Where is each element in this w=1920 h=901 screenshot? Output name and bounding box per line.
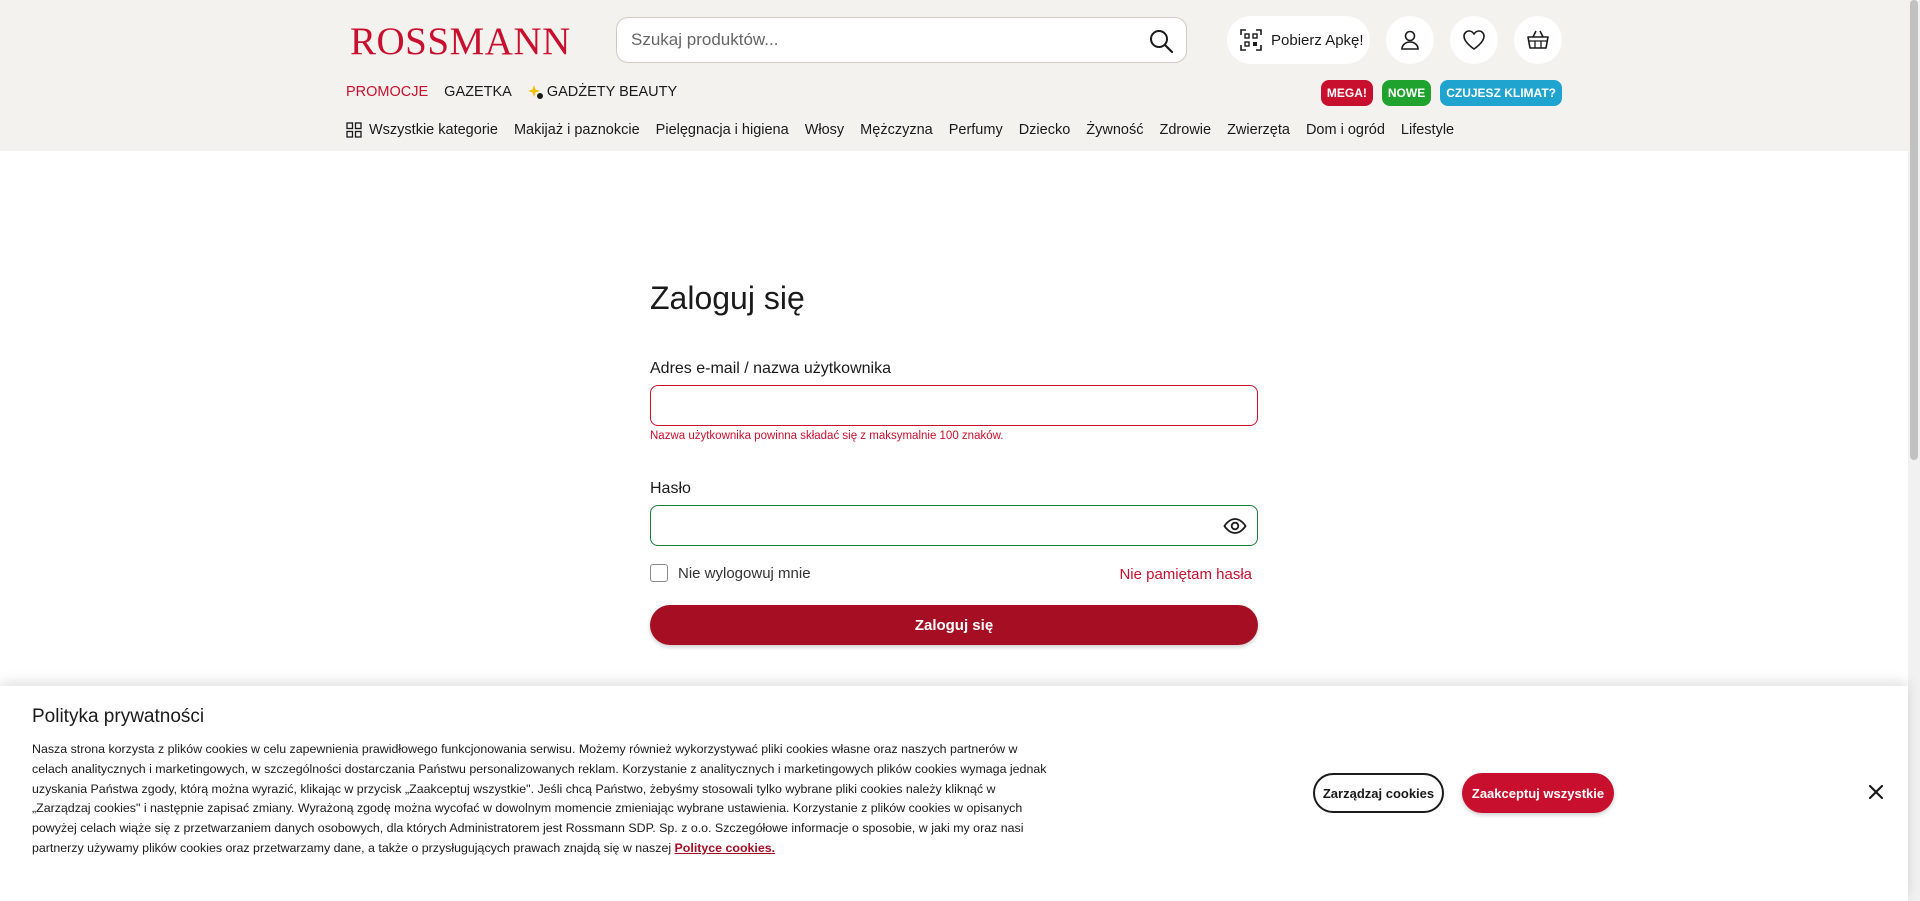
category-nav: Wszystkie kategorie Makijaż i paznokcie … bbox=[346, 122, 1454, 138]
category-hair[interactable]: Włosy bbox=[805, 122, 844, 138]
new-badge[interactable]: NOWE bbox=[1381, 80, 1432, 106]
heart-icon bbox=[1463, 30, 1485, 50]
svg-text:ROSSMANN: ROSSMANN bbox=[350, 20, 571, 60]
category-child[interactable]: Dziecko bbox=[1019, 122, 1071, 138]
accept-all-button[interactable]: Zaakceptuj wszystkie bbox=[1462, 773, 1614, 813]
cart-button[interactable] bbox=[1514, 16, 1562, 64]
beauty-gadgets-link[interactable]: GADŻETY BEAUTY bbox=[527, 84, 678, 100]
all-categories-link[interactable]: Wszystkie kategorie bbox=[346, 122, 498, 138]
sparkle-icon bbox=[527, 85, 543, 99]
promotions-link[interactable]: PROMOCJE bbox=[346, 84, 428, 100]
email-label: Adres e-mail / nazwa użytkownika bbox=[650, 360, 891, 377]
mega-badge[interactable]: MEGA! bbox=[1320, 80, 1373, 106]
scrollbar[interactable] bbox=[1908, 0, 1920, 901]
user-icon bbox=[1401, 30, 1419, 50]
basket-icon bbox=[1527, 30, 1549, 49]
eye-icon[interactable] bbox=[1223, 514, 1247, 538]
search-icon[interactable] bbox=[1148, 28, 1174, 54]
account-button[interactable] bbox=[1386, 16, 1434, 64]
category-home-garden[interactable]: Dom i ogród bbox=[1306, 122, 1385, 138]
site-header: ROSSMANN Pobierz Apkę! bbox=[0, 0, 1908, 151]
page-title: Zaloguj się bbox=[650, 280, 805, 316]
top-links: PROMOCJE GAZETKA GADŻETY BEAUTY bbox=[346, 84, 677, 100]
download-app-label: Pobierz Apkę! bbox=[1271, 31, 1364, 49]
category-care[interactable]: Pielęgnacja i higiena bbox=[656, 122, 789, 138]
cookie-banner: Polityka prywatności Nasza strona korzys… bbox=[0, 686, 1908, 901]
scrollbar-thumb[interactable] bbox=[1910, 0, 1918, 460]
close-icon[interactable] bbox=[1866, 782, 1886, 802]
promo-badges: MEGA! NOWE CZUJESZ KLIMAT? bbox=[1320, 80, 1562, 106]
login-form: Zaloguj się Adres e-mail / nazwa użytkow… bbox=[650, 280, 1258, 645]
category-food[interactable]: Żywność bbox=[1086, 122, 1143, 138]
category-men[interactable]: Mężczyzna bbox=[860, 122, 933, 138]
rossmann-logo[interactable]: ROSSMANN bbox=[350, 20, 576, 60]
login-button[interactable]: Zaloguj się bbox=[650, 605, 1258, 645]
category-animals[interactable]: Zwierzęta bbox=[1227, 122, 1290, 138]
search-bar[interactable] bbox=[616, 17, 1187, 63]
category-perfume[interactable]: Perfumy bbox=[949, 122, 1003, 138]
password-label: Hasło bbox=[650, 480, 691, 497]
cookie-title: Polityka prywatności bbox=[32, 706, 205, 727]
cookie-body: Nasza strona korzysta z plików cookies w… bbox=[32, 742, 1047, 855]
remember-me-label: Nie wylogowuj mnie bbox=[678, 564, 811, 582]
cookie-text: Nasza strona korzysta z plików cookies w… bbox=[32, 740, 1050, 859]
email-field[interactable] bbox=[651, 386, 1211, 424]
remember-me-checkbox[interactable] bbox=[650, 564, 668, 582]
category-makeup[interactable]: Makijaż i paznokcie bbox=[514, 122, 640, 138]
download-app-button[interactable]: Pobierz Apkę! bbox=[1227, 16, 1370, 64]
category-health[interactable]: Zdrowie bbox=[1160, 122, 1212, 138]
search-input[interactable] bbox=[631, 18, 1131, 62]
gazette-link[interactable]: GAZETKA bbox=[444, 84, 512, 100]
cookie-policy-link[interactable]: Polityce cookies. bbox=[675, 841, 776, 855]
all-categories-label: Wszystkie kategorie bbox=[369, 122, 498, 138]
category-lifestyle[interactable]: Lifestyle bbox=[1401, 122, 1454, 138]
remember-me[interactable]: Nie wylogowuj mnie bbox=[650, 564, 811, 582]
email-field-wrapper bbox=[650, 385, 1258, 426]
forgot-password-link[interactable]: Nie pamiętam hasła bbox=[1119, 566, 1252, 583]
email-error-message: Nazwa użytkownika powinna składać się z … bbox=[650, 430, 1004, 442]
password-field-wrapper bbox=[650, 505, 1258, 546]
grid-icon bbox=[346, 122, 362, 138]
qr-code-icon bbox=[1240, 29, 1262, 51]
manage-cookies-button[interactable]: Zarządzaj cookies bbox=[1313, 773, 1444, 813]
password-field[interactable] bbox=[651, 506, 1211, 544]
wishlist-button[interactable] bbox=[1450, 16, 1498, 64]
climate-badge[interactable]: CZUJESZ KLIMAT? bbox=[1440, 80, 1562, 106]
beauty-gadgets-label: GADŻETY BEAUTY bbox=[546, 84, 678, 100]
